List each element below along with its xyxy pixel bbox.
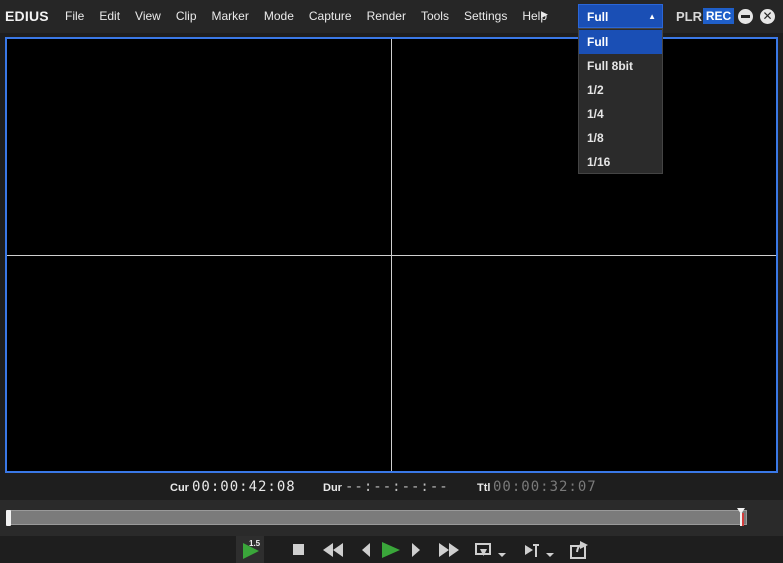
- dur-label: Dur: [323, 482, 342, 494]
- menu-clip[interactable]: Clip: [175, 9, 204, 23]
- ttl-label: Ttl: [477, 482, 491, 494]
- quality-dropdown-list: Full Full 8bit 1/2 1/4 1/8 1/16: [578, 28, 663, 174]
- export-button[interactable]: [566, 536, 592, 563]
- export-icon: [570, 540, 588, 559]
- transport-controls: 1.5: [0, 536, 783, 563]
- quality-option-full-8bit[interactable]: Full 8bit: [579, 54, 662, 78]
- next-frame-icon: [412, 542, 420, 557]
- position-bar: [0, 500, 783, 536]
- timecode-bar: Cur 00:00:42:08 Dur --:--:--:-- Ttl 00:0…: [0, 475, 783, 500]
- menu-capture[interactable]: Capture: [308, 9, 359, 23]
- fast-forward-icon: [439, 542, 459, 557]
- quality-option-quarter[interactable]: 1/4: [579, 102, 662, 126]
- quality-option-half[interactable]: 1/2: [579, 78, 662, 102]
- menu-render[interactable]: Render: [366, 9, 413, 23]
- quality-select[interactable]: Full ▲: [578, 4, 663, 28]
- monitor-guide-horizontal: [7, 255, 776, 256]
- rewind-icon: [323, 542, 343, 557]
- loop-play-icon: [475, 542, 506, 557]
- minimize-icon[interactable]: [738, 9, 753, 24]
- app-logo: EDIUS: [5, 8, 49, 24]
- previous-frame-button[interactable]: [358, 536, 374, 563]
- quality-option-full[interactable]: Full: [579, 30, 662, 54]
- plr-mode-button[interactable]: PLR: [676, 9, 702, 24]
- quality-option-eighth[interactable]: 1/8: [579, 126, 662, 150]
- play-to-in-icon: [525, 543, 554, 557]
- in-point-handle[interactable]: [6, 510, 11, 526]
- close-icon[interactable]: ✕: [760, 9, 775, 24]
- menu-more-icon[interactable]: ▶: [541, 9, 548, 20]
- fast-forward-button[interactable]: [436, 536, 462, 563]
- menu-view[interactable]: View: [134, 9, 168, 23]
- quality-option-sixteenth[interactable]: 1/16: [579, 150, 662, 174]
- playhead-red-edge: [742, 513, 744, 526]
- menu-file[interactable]: File: [64, 9, 91, 23]
- cur-timecode: 00:00:42:08: [192, 479, 296, 495]
- rec-mode-button[interactable]: REC: [703, 8, 734, 24]
- stop-button[interactable]: [290, 536, 308, 563]
- scrub-track[interactable]: [7, 510, 747, 525]
- dur-timecode: --:--:--:--: [345, 479, 449, 495]
- menu-bar: EDIUS File Edit View Clip Marker Mode Ca…: [0, 0, 783, 33]
- play-button[interactable]: [378, 536, 404, 563]
- shuttle-speed-label: 1.5: [249, 539, 261, 548]
- play-to-in-button[interactable]: [520, 536, 556, 563]
- menu-edit[interactable]: Edit: [98, 9, 127, 23]
- menu-marker[interactable]: Marker: [211, 9, 256, 23]
- next-frame-button[interactable]: [408, 536, 424, 563]
- quality-select-value: Full: [587, 10, 609, 24]
- stop-icon: [293, 543, 304, 555]
- play-icon: [382, 541, 400, 558]
- ttl-timecode: 00:00:32:07: [493, 479, 597, 495]
- caret-up-icon: ▲: [648, 12, 656, 21]
- playhead-marker[interactable]: [737, 508, 745, 526]
- main-menu: File Edit View Clip Marker Mode Capture …: [64, 9, 561, 23]
- cur-label: Cur: [170, 482, 189, 494]
- menu-settings[interactable]: Settings: [463, 9, 514, 23]
- loop-play-button[interactable]: [472, 536, 508, 563]
- menu-tools[interactable]: Tools: [420, 9, 456, 23]
- menu-help[interactable]: Help: [521, 9, 554, 23]
- previous-frame-icon: [362, 542, 370, 557]
- rewind-button[interactable]: [320, 536, 346, 563]
- menu-mode[interactable]: Mode: [263, 9, 301, 23]
